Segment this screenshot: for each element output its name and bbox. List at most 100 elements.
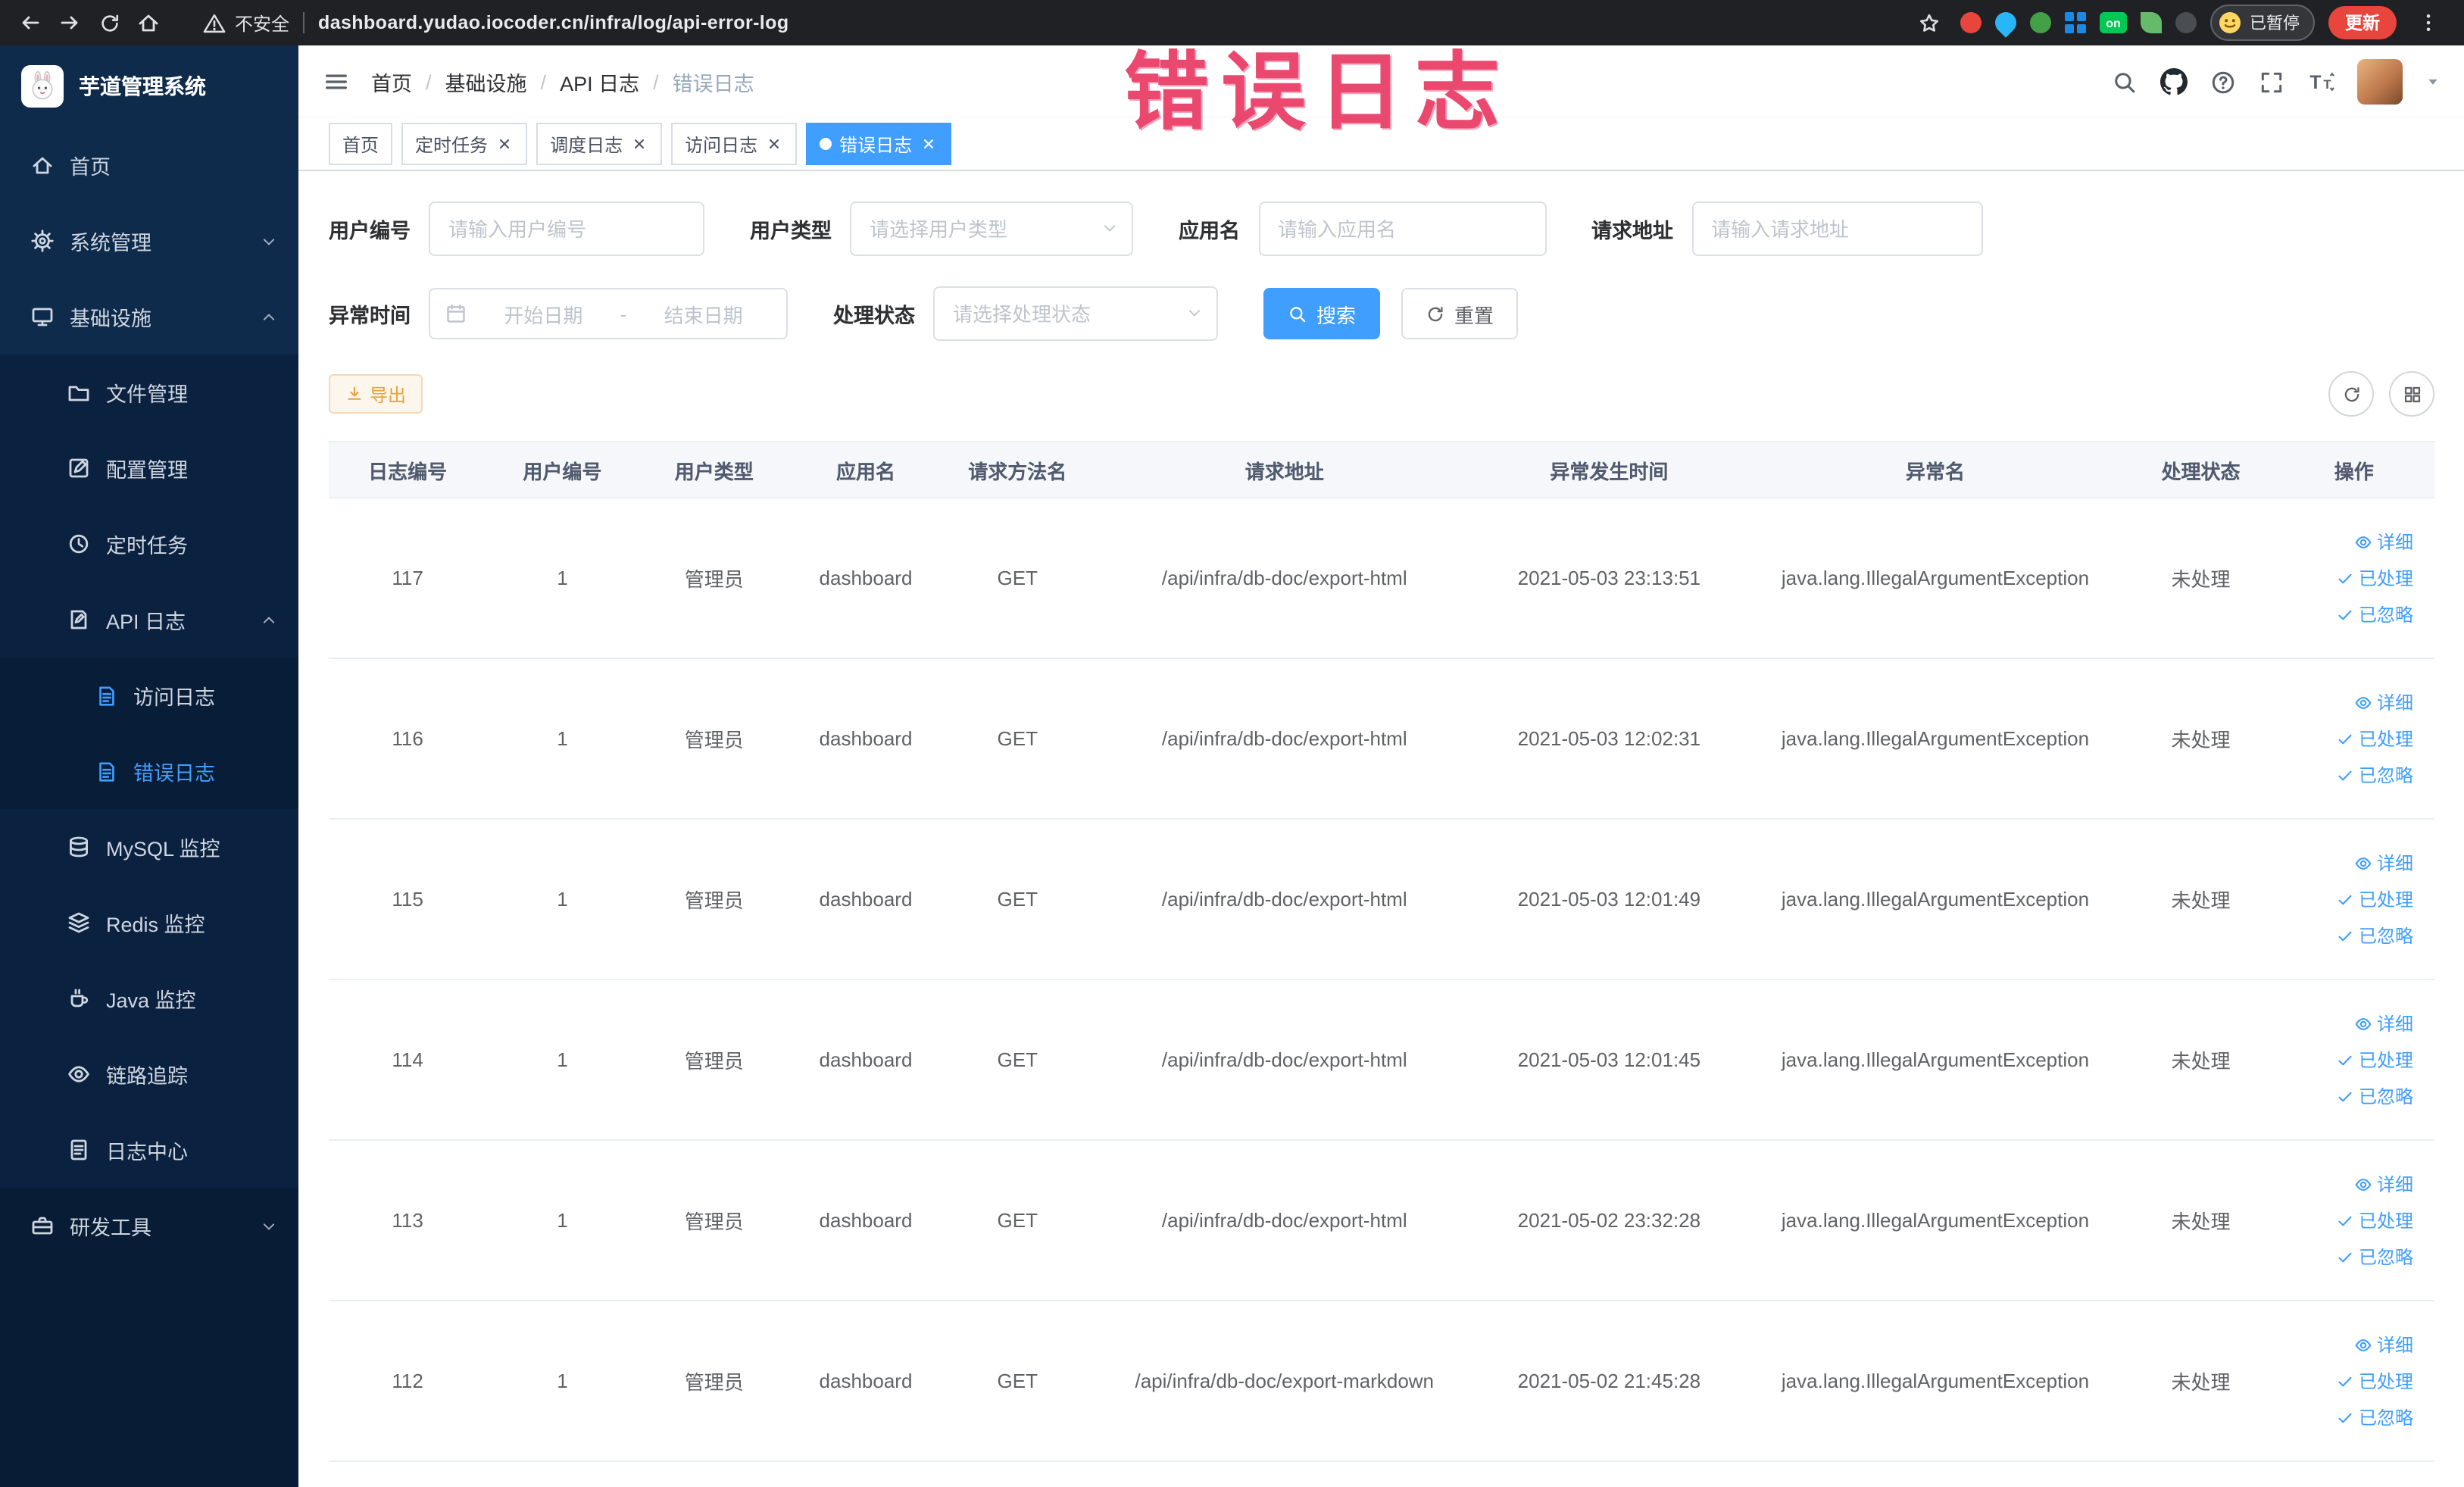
site-security[interactable]: 不安全 xyxy=(203,10,289,36)
tab-access-log[interactable]: 访问日志 xyxy=(671,123,798,165)
sidebar-collapse-icon[interactable] xyxy=(323,68,350,95)
detail-link[interactable]: 详细 xyxy=(2354,689,2413,715)
sidebar-item-scheduled-jobs[interactable]: 定时任务 xyxy=(0,506,298,582)
sidebar-item-java-monitor[interactable]: Java 监控 xyxy=(0,961,298,1036)
reload-button[interactable] xyxy=(91,5,127,41)
cell-status: 未处理 xyxy=(2128,1140,2274,1301)
processed-link[interactable]: 已处理 xyxy=(2336,726,2413,751)
sidebar-item-file-management[interactable]: 文件管理 xyxy=(0,355,298,430)
search-button[interactable]: 搜索 xyxy=(1263,288,1381,339)
caret-down-icon[interactable] xyxy=(2425,74,2441,89)
detail-link[interactable]: 详细 xyxy=(2354,1171,2413,1197)
detail-link[interactable]: 详细 xyxy=(2354,850,2413,876)
cell-user-id: 1 xyxy=(486,1140,639,1301)
table-row: 115 1 管理员 dashboard GET /api/infra/db-do… xyxy=(329,819,2434,980)
processed-link[interactable]: 已处理 xyxy=(2336,1207,2413,1233)
ignored-link[interactable]: 已忽略 xyxy=(2336,601,2413,627)
detail-link[interactable]: 详细 xyxy=(2354,529,2413,555)
extension-green-icon[interactable] xyxy=(2030,12,2051,33)
forward-button[interactable] xyxy=(52,5,88,41)
sidebar-item-config-management[interactable]: 配置管理 xyxy=(0,430,298,506)
app-name-field[interactable] xyxy=(1258,201,1546,256)
sidebar-item-redis-monitor[interactable]: Redis 监控 xyxy=(0,885,298,961)
chevron-up-icon xyxy=(261,611,277,628)
sidebar-item-label: 定时任务 xyxy=(106,535,188,558)
github-icon[interactable] xyxy=(2160,68,2188,95)
request-url-field[interactable] xyxy=(1691,201,1982,256)
extension-drop-icon[interactable] xyxy=(1991,8,2021,38)
process-status-input[interactable] xyxy=(935,302,1216,325)
ignored-link[interactable]: 已忽略 xyxy=(2336,1404,2413,1430)
processed-link[interactable]: 已处理 xyxy=(2336,886,2413,912)
sidebar-item-dev-tools[interactable]: 研发工具 xyxy=(0,1188,298,1264)
close-icon[interactable] xyxy=(630,135,648,153)
sidebar-item-access-log[interactable]: 访问日志 xyxy=(0,658,298,733)
export-button[interactable]: 导出 xyxy=(329,374,423,414)
search-icon[interactable] xyxy=(2112,69,2138,95)
breadcrumb-item-infrastructure[interactable]: 基础设施 xyxy=(445,67,527,97)
close-icon[interactable] xyxy=(920,135,938,153)
sidebar-item-home[interactable]: 首页 xyxy=(0,127,298,203)
extension-red-icon[interactable] xyxy=(1960,12,1982,33)
user-type-input[interactable] xyxy=(851,217,1132,240)
app-logo[interactable]: 芋道管理系统 xyxy=(0,45,298,127)
extension-grid-icon[interactable] xyxy=(2065,12,2086,33)
processed-link[interactable]: 已处理 xyxy=(2336,1047,2413,1073)
cell-user-type: 管理员 xyxy=(638,1140,790,1301)
breadcrumb-item-home[interactable]: 首页 xyxy=(371,67,412,97)
ignored-link[interactable]: 已忽略 xyxy=(2336,1244,2413,1270)
help-icon[interactable] xyxy=(2210,69,2236,95)
sidebar-item-api-log[interactable]: API 日志 xyxy=(0,582,298,658)
breadcrumb-item-api-log[interactable]: API 日志 xyxy=(560,67,639,97)
refresh-table-button[interactable] xyxy=(2328,371,2374,417)
font-size-icon[interactable]: TT xyxy=(2307,68,2334,95)
sidebar-item-trace[interactable]: 链路追踪 xyxy=(0,1036,298,1112)
sidebar-item-log-center[interactable]: 日志中心 xyxy=(0,1112,298,1188)
export-button-label: 导出 xyxy=(370,384,407,405)
processed-link[interactable]: 已处理 xyxy=(2336,565,2413,591)
close-icon[interactable] xyxy=(765,135,783,153)
detail-link[interactable]: 详细 xyxy=(2354,1332,2413,1357)
reset-button[interactable]: 重置 xyxy=(1401,288,1519,339)
cell-user-id: 1 xyxy=(486,979,639,1141)
url-divider xyxy=(303,12,305,33)
home-button[interactable] xyxy=(130,5,167,41)
extension-leaf-icon[interactable] xyxy=(2141,12,2162,33)
url-bar[interactable]: dashboard.yudao.iocoder.cn/infra/log/api… xyxy=(318,12,789,33)
tab-error-log[interactable]: 错误日志 xyxy=(806,123,952,165)
ignored-link[interactable]: 已忽略 xyxy=(2336,762,2413,788)
column-header: 日志编号 xyxy=(329,442,487,498)
user-avatar[interactable] xyxy=(2357,59,2403,105)
column-settings-button[interactable] xyxy=(2389,371,2434,417)
detail-link[interactable]: 详细 xyxy=(2354,1011,2413,1036)
cell-user-type: 管理员 xyxy=(638,1301,790,1462)
tab-home[interactable]: 首页 xyxy=(329,123,393,165)
ignored-link[interactable]: 已忽略 xyxy=(2336,1083,2413,1109)
tab-scheduler-log[interactable]: 调度日志 xyxy=(536,123,663,165)
exception-time-range-picker[interactable]: 开始日期 - 结束日期 xyxy=(429,288,788,339)
extension-on-icon[interactable]: on xyxy=(2100,12,2127,33)
bookmark-star-icon[interactable] xyxy=(1910,5,1947,41)
sidebar-item-label: Java 监控 xyxy=(106,989,196,1012)
browser-update-button[interactable]: 更新 xyxy=(2328,6,2397,39)
user-id-input[interactable] xyxy=(430,217,703,240)
app-name-input[interactable] xyxy=(1260,217,1544,240)
fullscreen-icon[interactable] xyxy=(2259,69,2284,95)
user-id-field[interactable] xyxy=(429,201,704,256)
browser-profile-pill[interactable]: 已暂停 xyxy=(2210,5,2315,41)
processed-link[interactable]: 已处理 xyxy=(2336,1368,2413,1394)
kebab-menu-icon[interactable] xyxy=(2410,5,2447,41)
user-type-select[interactable] xyxy=(850,201,1133,256)
tab-scheduled-jobs[interactable]: 定时任务 xyxy=(401,123,528,165)
sidebar-item-error-log[interactable]: 错误日志 xyxy=(0,733,298,809)
process-status-select[interactable] xyxy=(933,286,1218,341)
request-url-input[interactable] xyxy=(1693,217,1981,240)
ignored-link[interactable]: 已忽略 xyxy=(2336,923,2413,948)
back-button[interactable] xyxy=(12,5,48,41)
cell-log-id: 112 xyxy=(329,1301,487,1462)
extension-pin-icon[interactable] xyxy=(2175,12,2197,33)
sidebar-item-mysql-monitor[interactable]: MySQL 监控 xyxy=(0,809,298,885)
sidebar-item-system[interactable]: 系统管理 xyxy=(0,203,298,279)
sidebar-item-infrastructure[interactable]: 基础设施 xyxy=(0,279,298,355)
close-icon[interactable] xyxy=(495,135,514,153)
